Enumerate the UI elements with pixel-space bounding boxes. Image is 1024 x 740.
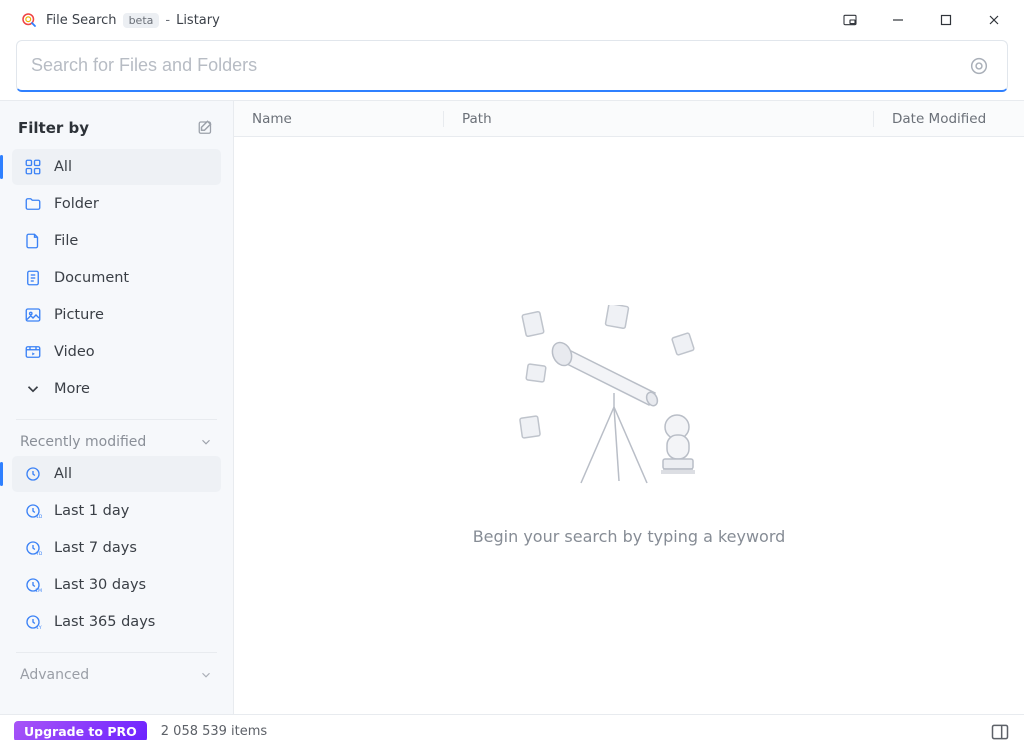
window-controls xyxy=(826,0,1018,40)
title-bar: File Search beta - Listary xyxy=(0,0,1024,40)
recent-label: Last 30 days xyxy=(54,577,146,593)
recent-label: All xyxy=(54,466,72,482)
minimize-button[interactable] xyxy=(874,0,922,40)
filter-title: Filter by xyxy=(18,119,89,137)
sidebar-divider xyxy=(16,419,217,420)
recent-item-all[interactable]: All xyxy=(12,456,221,492)
close-button[interactable] xyxy=(970,0,1018,40)
recent-item-365d[interactable]: 1Y Last 365 days xyxy=(12,604,221,640)
filter-label: Picture xyxy=(54,307,104,323)
clock-icon xyxy=(24,465,42,483)
section-label: Advanced xyxy=(20,667,89,683)
clock-1y-icon: 1Y xyxy=(24,613,42,631)
chevron-down-icon xyxy=(24,380,42,398)
filter-label: Video xyxy=(54,344,95,360)
app-name-label: Listary xyxy=(176,13,220,28)
svg-text:1D: 1D xyxy=(36,514,42,520)
column-header-date[interactable]: Date Modified xyxy=(874,111,1024,127)
maximize-button[interactable] xyxy=(922,0,970,40)
folder-icon xyxy=(24,195,42,213)
svg-text:1Y: 1Y xyxy=(36,625,42,631)
empty-state-text: Begin your search by typing a keyword xyxy=(473,527,786,546)
item-count-label: 2 058 539 items xyxy=(161,724,267,739)
beta-badge: beta xyxy=(123,13,160,28)
picture-icon xyxy=(24,306,42,324)
video-icon xyxy=(24,343,42,361)
clock-1m-icon: 1M xyxy=(24,576,42,594)
filter-item-video[interactable]: Video xyxy=(12,334,221,370)
recent-item-1d[interactable]: 1D Last 1 day xyxy=(12,493,221,529)
svg-text:7D: 7D xyxy=(36,551,42,557)
filter-label: Document xyxy=(54,270,129,286)
search-bar[interactable] xyxy=(16,40,1008,92)
recent-item-30d[interactable]: 1M Last 30 days xyxy=(12,567,221,603)
filter-item-file[interactable]: File xyxy=(12,223,221,259)
recent-label: Last 1 day xyxy=(54,503,129,519)
filter-item-all[interactable]: All xyxy=(12,149,221,185)
side-panel-toggle-icon[interactable] xyxy=(990,722,1010,740)
section-recently-modified[interactable]: Recently modified xyxy=(12,428,221,456)
filter-label: Folder xyxy=(54,196,99,212)
title-label: File Search xyxy=(46,13,117,28)
file-icon xyxy=(24,232,42,250)
status-bar: Upgrade to PRO 2 058 539 items xyxy=(0,714,1024,740)
column-header-name[interactable]: Name xyxy=(234,111,444,127)
filter-sidebar: Filter by All Folder xyxy=(0,100,234,714)
edit-filters-icon[interactable] xyxy=(197,119,215,137)
grid-icon xyxy=(24,158,42,176)
filter-item-folder[interactable]: Folder xyxy=(12,186,221,222)
app-logo-icon xyxy=(20,11,38,29)
filter-label: More xyxy=(54,381,90,397)
filter-label: File xyxy=(54,233,78,249)
clock-1d-icon: 1D xyxy=(24,502,42,520)
sidebar-divider xyxy=(16,652,217,653)
document-icon xyxy=(24,269,42,287)
recent-item-7d[interactable]: 7D Last 7 days xyxy=(12,530,221,566)
clock-7d-icon: 7D xyxy=(24,539,42,557)
search-scope-icon[interactable] xyxy=(967,54,991,78)
svg-text:1M: 1M xyxy=(35,588,42,594)
filter-label: All xyxy=(54,159,72,175)
filter-item-picture[interactable]: Picture xyxy=(12,297,221,333)
section-label: Recently modified xyxy=(20,434,146,450)
results-panel: Name Path Date Modified xyxy=(234,100,1024,714)
section-advanced[interactable]: Advanced xyxy=(12,661,221,689)
picture-in-picture-button[interactable] xyxy=(826,0,874,40)
recent-label: Last 365 days xyxy=(54,614,155,630)
chevron-down-icon xyxy=(199,668,213,682)
title-separator: - xyxy=(165,13,170,28)
results-table-header: Name Path Date Modified xyxy=(234,101,1024,137)
chevron-down-icon xyxy=(199,435,213,449)
empty-illustration-icon xyxy=(519,305,739,495)
upgrade-pro-button[interactable]: Upgrade to PRO xyxy=(14,721,147,740)
search-input[interactable] xyxy=(31,55,967,76)
column-header-path[interactable]: Path xyxy=(444,111,874,127)
window-title: File Search beta - Listary xyxy=(46,13,220,28)
empty-state: Begin your search by typing a keyword xyxy=(234,137,1024,714)
filter-item-document[interactable]: Document xyxy=(12,260,221,296)
filter-item-more[interactable]: More xyxy=(12,371,221,407)
recent-label: Last 7 days xyxy=(54,540,137,556)
